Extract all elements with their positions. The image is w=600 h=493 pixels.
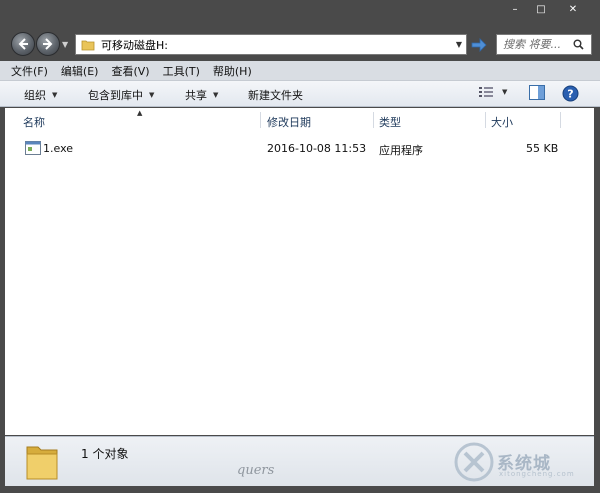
application-exe-icon (25, 141, 41, 155)
new-folder-label: 新建文件夹 (248, 89, 303, 102)
file-list-pane[interactable]: ▲ 名称 修改日期 类型 大小 1.exe 2016-10-08 11:53 应… (5, 108, 594, 435)
column-header-size[interactable]: 大小 (491, 114, 513, 130)
details-pane: 1 个对象 quers 系统城 xitongcheng.com (5, 436, 594, 486)
file-row[interactable]: 1.exe 2016-10-08 11:53 应用程序 55 KB (5, 138, 594, 158)
column-header-name[interactable]: 名称 (23, 114, 45, 130)
menu-bar: 文件(F) 编辑(E) 查看(V) 工具(T) 帮助(H) (0, 61, 600, 81)
include-in-library-button[interactable]: 包含到库中 ▼ (88, 87, 154, 103)
menu-help[interactable]: 帮助(H) (213, 63, 252, 79)
file-modified: 2016-10-08 11:53 (267, 142, 367, 155)
back-button[interactable] (11, 32, 35, 56)
chevron-down-icon: ▼ (502, 88, 508, 96)
address-path[interactable]: 可移动磁盘H: (101, 37, 452, 53)
column-divider[interactable] (373, 112, 374, 128)
column-divider[interactable] (260, 112, 261, 128)
column-header-type[interactable]: 类型 (379, 114, 401, 130)
recent-pages-chevron-down-icon[interactable]: ▼ (62, 40, 68, 49)
close-button[interactable]: ✕ (554, 0, 592, 18)
folder-icon (81, 40, 95, 50)
go-button[interactable] (471, 38, 487, 55)
search-icon[interactable] (573, 39, 584, 50)
folder-large-icon (26, 446, 58, 480)
organize-label: 组织 (24, 89, 46, 102)
watermark-url: xitongcheng.com (499, 470, 575, 478)
new-folder-button[interactable]: 新建文件夹 (248, 87, 303, 103)
menu-file[interactable]: 文件(F) (11, 63, 48, 79)
share-button[interactable]: 共享 ▼ (185, 87, 218, 103)
address-history-chevron-down-icon[interactable]: ▼ (452, 40, 466, 49)
forward-button[interactable] (36, 32, 60, 56)
watermark-logo-icon (454, 442, 494, 482)
sort-ascending-icon: ▲ (137, 109, 143, 117)
search-input[interactable] (503, 38, 567, 51)
chevron-down-icon: ▼ (52, 91, 58, 99)
include-library-label: 包含到库中 (88, 89, 143, 102)
chevron-down-icon: ▼ (149, 91, 155, 99)
search-box[interactable] (496, 34, 592, 55)
help-button[interactable]: ? (562, 85, 579, 102)
organize-button[interactable]: 组织 ▼ (24, 87, 57, 103)
help-icon: ? (562, 85, 579, 102)
menu-tools[interactable]: 工具(T) (163, 63, 200, 79)
maximize-button[interactable]: □ (528, 0, 554, 18)
column-headers: ▲ 名称 修改日期 类型 大小 (5, 108, 594, 133)
explorer-window: – □ ✕ ▼ 可移动磁盘H: ▼ 搜索 将要... 文件(F) 编辑(E) 查… (0, 0, 600, 493)
go-arrow-icon (471, 38, 487, 52)
preview-pane-icon (529, 85, 545, 100)
preview-pane-button[interactable] (529, 85, 545, 100)
arrow-right-icon (43, 38, 53, 50)
menu-view[interactable]: 查看(V) (111, 63, 149, 79)
view-options-button[interactable]: ▼ (478, 85, 507, 99)
menu-edit[interactable]: 编辑(E) (61, 63, 99, 79)
address-bar[interactable]: 可移动磁盘H: ▼ (75, 34, 467, 55)
column-divider[interactable] (560, 112, 561, 128)
column-divider[interactable] (485, 112, 486, 128)
file-name[interactable]: 1.exe (43, 142, 73, 155)
item-count: 1 个对象 (81, 447, 129, 461)
window-controls: – □ ✕ (502, 0, 592, 18)
file-size: 55 KB (526, 142, 559, 155)
arrow-left-icon (18, 38, 28, 50)
signature: quers (237, 463, 275, 478)
navigation-bar: ▼ 可移动磁盘H: ▼ (0, 27, 600, 61)
command-bar: 组织 ▼ 包含到库中 ▼ 共享 ▼ 新建文件夹 ▼ ? (0, 81, 600, 107)
file-type: 应用程序 (379, 144, 423, 157)
view-list-icon (479, 87, 493, 97)
minimize-button[interactable]: – (502, 0, 528, 18)
column-header-modified[interactable]: 修改日期 (267, 114, 311, 130)
chevron-down-icon: ▼ (213, 91, 219, 99)
svg-text:?: ? (567, 88, 573, 101)
share-label: 共享 (185, 89, 207, 102)
